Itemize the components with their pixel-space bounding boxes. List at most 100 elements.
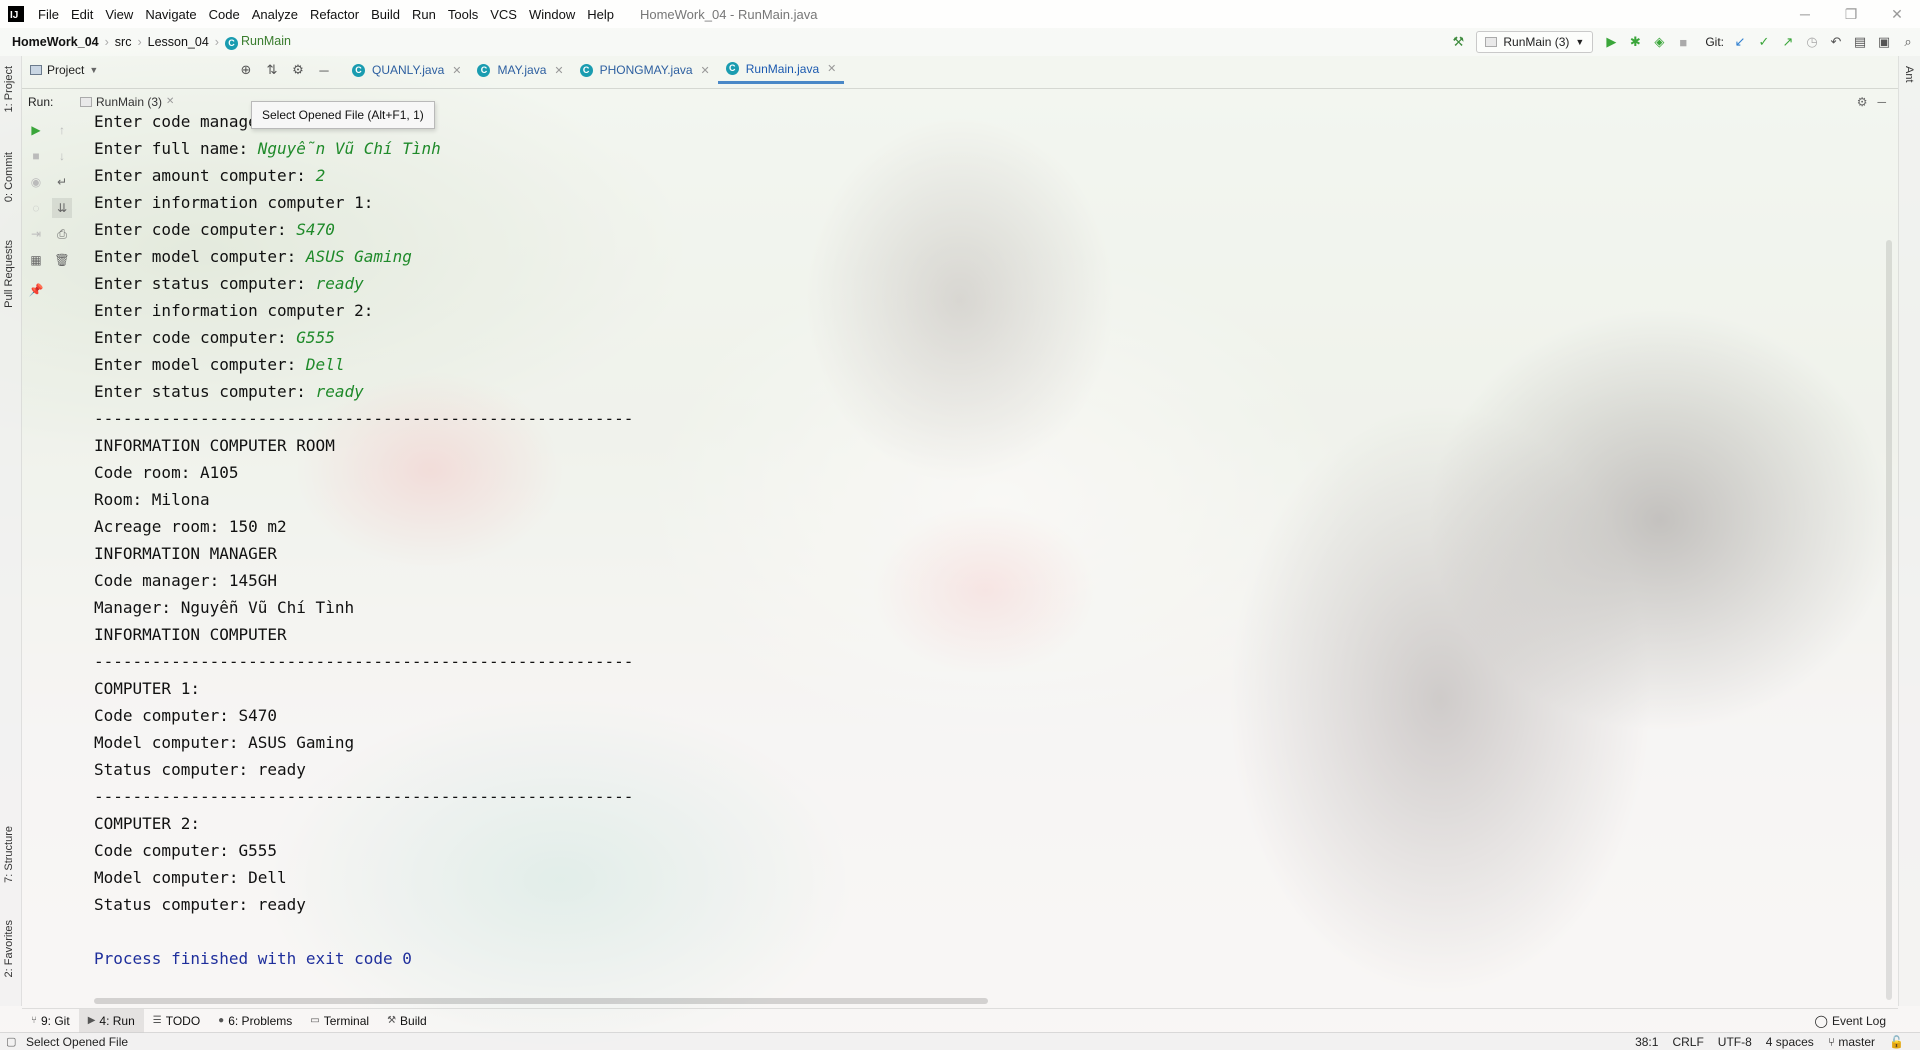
stop-icon[interactable]: ■ — [26, 146, 46, 166]
close-icon[interactable]: ✕ — [1874, 6, 1920, 23]
editor-tab-label: PHONGMAY.java — [599, 63, 693, 77]
rerun-icon[interactable]: ▶ — [26, 120, 46, 140]
lock-icon[interactable]: 🔓 — [1889, 1035, 1904, 1049]
close-tab-icon[interactable]: ✕ — [554, 64, 563, 77]
menu-view[interactable]: View — [99, 7, 139, 22]
tool-window-structure[interactable]: 7: Structure — [3, 826, 15, 883]
caret-position[interactable]: 38:1 — [1635, 1035, 1658, 1049]
console-line: Enter code computer: S470 — [94, 216, 1844, 243]
editor-tab-quanly[interactable]: C QUANLY.java ✕ — [344, 56, 469, 84]
line-separator[interactable]: CRLF — [1672, 1035, 1703, 1049]
tool-window-commit[interactable]: 0: Commit — [3, 152, 15, 202]
class-icon: C — [224, 37, 238, 50]
close-tab-icon[interactable]: ✕ — [166, 96, 174, 107]
tool-window-pull-requests[interactable]: Pull Requests — [3, 240, 15, 308]
restore-layout-icon[interactable]: ◌ — [26, 198, 46, 218]
breadcrumb-package[interactable]: Lesson_04 — [142, 35, 215, 49]
tool-window-problems[interactable]: ● 6: Problems — [209, 1009, 301, 1033]
tool-window-build[interactable]: ⚒ Build — [378, 1009, 436, 1033]
hide-panel-icon[interactable]: ─ — [312, 58, 336, 82]
dump-threads-icon[interactable]: ◉ — [26, 172, 46, 192]
minimize-icon[interactable]: ─ — [1782, 6, 1828, 23]
menu-vcs[interactable]: VCS — [484, 7, 523, 22]
stop-icon[interactable]: ■ — [1671, 30, 1695, 54]
menu-help[interactable]: Help — [581, 7, 620, 22]
git-update-icon[interactable]: ↙ — [1728, 30, 1752, 54]
breadcrumb-project[interactable]: HomeWork_04 — [0, 35, 105, 49]
run-toolbar: ⚒ RunMain (3) ▼ ▶ ✱ ◈ ■ Git: ↙ ✓ ↗ ◷ ↶ ▤… — [1446, 28, 1920, 56]
restore-icon[interactable]: ❐ — [1828, 6, 1874, 23]
git-commit-icon[interactable]: ✓ — [1752, 30, 1776, 54]
close-tab-icon[interactable]: ✕ — [452, 64, 461, 77]
menu-file[interactable]: File — [32, 7, 65, 22]
hide-panel-icon[interactable]: ─ — [1877, 95, 1886, 109]
vertical-scrollbar[interactable] — [1886, 240, 1892, 1000]
console-line: COMPUTER 2: — [94, 810, 1844, 837]
class-icon: C — [725, 62, 739, 75]
pin-icon[interactable]: 📌 — [26, 280, 46, 300]
horizontal-scrollbar[interactable] — [94, 998, 988, 1004]
git-push-icon[interactable]: ↗ — [1776, 30, 1800, 54]
tool-window-favorites[interactable]: 2: Favorites — [3, 920, 15, 977]
clear-all-icon[interactable]: 🗑 — [52, 250, 72, 270]
console-text: Enter status computer: — [94, 382, 316, 401]
tool-window-todo[interactable]: ☰ TODO — [144, 1009, 209, 1033]
settings-gear-icon[interactable]: ⚙ — [286, 58, 310, 82]
console-text: Enter model computer: — [94, 247, 306, 266]
menu-build[interactable]: Build — [365, 7, 406, 22]
event-log-button[interactable]: ◯ Event Log — [1815, 1014, 1898, 1028]
menu-window[interactable]: Window — [523, 7, 581, 22]
locate-file-icon[interactable]: ⊕ — [234, 58, 258, 82]
collapse-all-icon[interactable]: ⇅ — [260, 58, 284, 82]
menu-run[interactable]: Run — [406, 7, 442, 22]
process-exit-message: Process finished with exit code 0 — [94, 949, 412, 968]
editor-tab-runmain[interactable]: C RunMain.java ✕ — [717, 56, 845, 84]
tool-window-run[interactable]: ▶ 4: Run — [78, 1008, 144, 1033]
tool-window-terminal[interactable]: ▭ Terminal — [301, 1009, 378, 1033]
project-view-selector[interactable]: Project ▼ — [24, 63, 234, 77]
scroll-down-icon[interactable]: ↓ — [52, 146, 72, 166]
exit-icon[interactable]: ⇥ — [26, 224, 46, 244]
menu-navigate[interactable]: Navigate — [139, 7, 202, 22]
git-branch[interactable]: ⑂ master — [1828, 1035, 1875, 1049]
print-icon[interactable]: ⎙ — [52, 224, 72, 244]
file-encoding[interactable]: UTF-8 — [1718, 1035, 1752, 1049]
git-history-icon[interactable]: ◷ — [1800, 30, 1824, 54]
toggle-tool-windows-icon[interactable]: ▢ — [6, 1035, 16, 1048]
breadcrumb-src[interactable]: src — [109, 35, 138, 49]
settings-gear-icon[interactable]: ⚙ — [1857, 95, 1868, 109]
run-icon[interactable]: ▶ — [1599, 30, 1623, 54]
breadcrumb-class[interactable]: C RunMain — [219, 34, 297, 50]
event-log-label: Event Log — [1831, 1013, 1886, 1028]
menu-analyze[interactable]: Analyze — [246, 7, 304, 22]
toggle-layout-icon[interactable]: ▣ — [1872, 30, 1896, 54]
layout-icon[interactable]: ▦ — [26, 250, 46, 270]
soft-wrap-icon[interactable]: ↵ — [52, 172, 72, 192]
run-tab[interactable]: RunMain (3) ✕ — [72, 95, 182, 109]
tool-window-git[interactable]: ⑂ 9: Git — [22, 1009, 79, 1033]
menu-tools[interactable]: Tools — [442, 7, 484, 22]
close-tab-icon[interactable]: ✕ — [827, 62, 836, 75]
console-output[interactable]: Enter code manager: Enter full name: Ngu… — [94, 108, 1844, 988]
class-icon: C — [477, 63, 491, 77]
build-hammer-icon[interactable]: ⚒ — [1446, 30, 1470, 54]
run-configuration-select[interactable]: RunMain (3) ▼ — [1476, 31, 1594, 53]
menu-code[interactable]: Code — [203, 7, 246, 22]
indent-setting[interactable]: 4 spaces — [1766, 1035, 1814, 1049]
search-icon[interactable]: ⌕ — [1896, 30, 1920, 54]
editor-tab-phongmay[interactable]: C PHONGMAY.java ✕ — [572, 56, 718, 84]
console-text: Enter code computer: — [94, 328, 297, 347]
debug-icon[interactable]: ✱ — [1623, 30, 1647, 54]
menu-refactor[interactable]: Refactor — [304, 7, 365, 22]
tool-window-project[interactable]: 1: Project — [3, 66, 15, 112]
coverage-icon[interactable]: ◈ — [1647, 30, 1671, 54]
project-structure-icon[interactable]: ▤ — [1848, 30, 1872, 54]
scroll-to-end-icon[interactable]: ⇊ — [52, 198, 72, 218]
close-tab-icon[interactable]: ✕ — [701, 64, 710, 77]
console-line: ----------------------------------------… — [94, 405, 1844, 432]
rollback-icon[interactable]: ↶ — [1824, 30, 1848, 54]
scroll-up-icon[interactable]: ↑ — [52, 120, 72, 140]
editor-tab-may[interactable]: C MAY.java ✕ — [469, 56, 571, 84]
menu-edit[interactable]: Edit — [65, 7, 99, 22]
